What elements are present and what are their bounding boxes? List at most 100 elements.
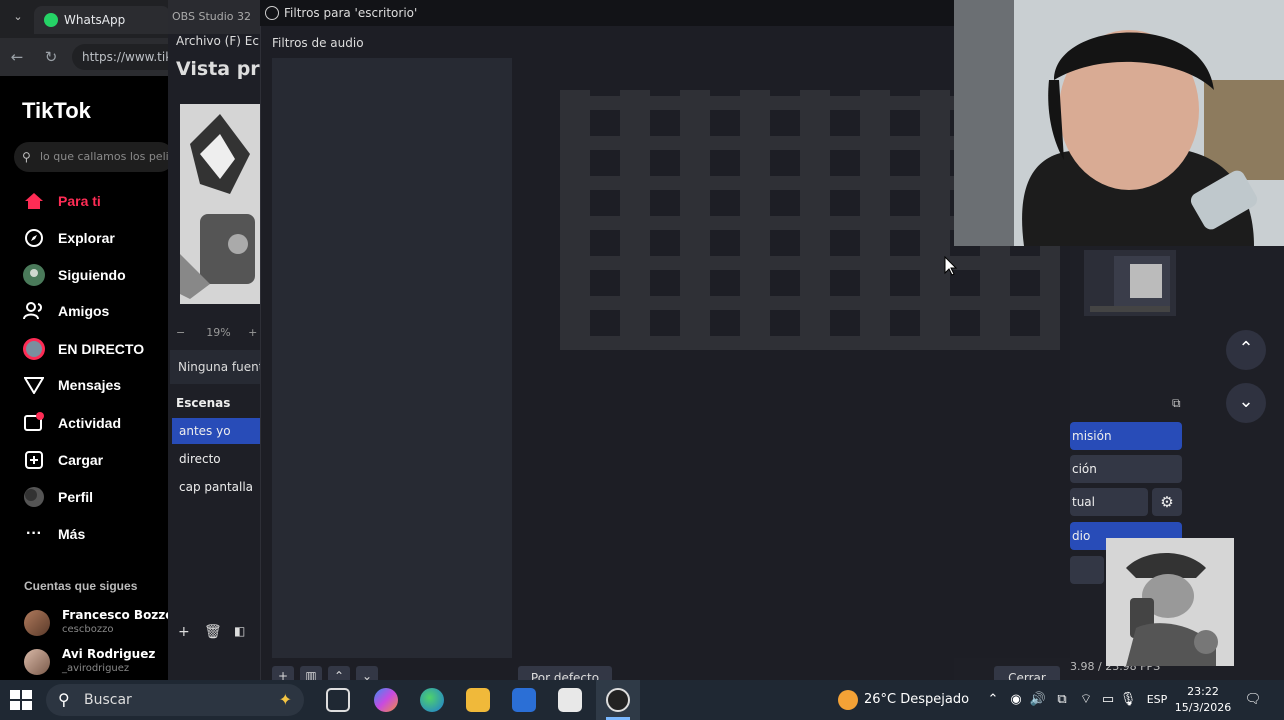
virtual-camera-button[interactable]: tual <box>1070 488 1148 516</box>
obs-source-selector[interactable]: Ninguna fuente <box>170 350 264 384</box>
compass-icon <box>22 226 46 250</box>
tiktok-logo[interactable]: TikTok <box>22 98 91 124</box>
filters-dialog-title-bar: Filtros para 'escritorio' <box>260 0 954 26</box>
taskbar-search-box[interactable]: ⚲ Buscar ✦ <box>46 684 304 716</box>
scroll-up-button[interactable]: ⌃ <box>1226 330 1266 370</box>
followed-account[interactable]: Francesco Bozzo cescbozzo <box>24 606 174 642</box>
nav-item-amigos[interactable]: Amigos <box>22 295 170 327</box>
tiktok-search-input[interactable]: ⚲ lo que callamos los pelis <box>14 142 174 172</box>
account-name: Francesco Bozzo <box>62 608 174 622</box>
webcam-overlay <box>954 0 1284 246</box>
nav-label: EN DIRECTO <box>58 341 145 357</box>
scroll-down-button[interactable]: ⌄ <box>1226 383 1266 423</box>
taskbar-search-label: Buscar <box>84 692 132 708</box>
zoom-in-icon[interactable]: + <box>248 326 257 339</box>
windows-start-icon[interactable] <box>10 690 32 710</box>
nav-item-siguiendo[interactable]: Siguiendo <box>22 259 170 291</box>
obs-mini-preview <box>1084 250 1176 316</box>
back-arrow-icon[interactable]: ← <box>6 46 28 68</box>
notifications-icon[interactable]: 🗨 <box>1242 680 1264 720</box>
zoom-level: 19% <box>206 326 231 339</box>
nav-item-actividad[interactable]: Actividad <box>22 407 170 439</box>
obs-menu-bar[interactable]: Archivo (F) Ec <box>168 34 264 54</box>
reload-icon[interactable]: ↻ <box>40 46 62 68</box>
live-icon <box>22 337 46 361</box>
nav-label: Explorar <box>58 230 115 246</box>
chevron-down-icon: ⌄ <box>1238 391 1254 412</box>
copilot-icon[interactable] <box>374 688 398 712</box>
microsoft-store-icon[interactable] <box>558 688 582 712</box>
scene-item[interactable]: antes yo <box>172 418 262 444</box>
trash-icon[interactable]: 🗑 <box>204 624 222 640</box>
nav-item-cargar[interactable]: Cargar <box>22 444 170 476</box>
following-section-title: Cuentas que sigues <box>24 579 138 593</box>
nav-label: Más <box>58 526 86 542</box>
obs-logo-icon <box>265 6 279 20</box>
obs-title-text: OBS Studio 32 <box>172 10 252 23</box>
file-explorer-icon[interactable] <box>466 688 490 712</box>
nav-item-perfil[interactable]: Perfil <box>22 481 170 513</box>
clock-date: 15/3/2026 <box>1174 701 1232 714</box>
nav-label: Perfil <box>58 489 94 505</box>
chevron-up-icon: ⌃ <box>1238 338 1254 359</box>
taskbar-clock[interactable]: 23:22 15/3/2026 <box>1168 684 1238 716</box>
scenes-header: Escenas <box>176 396 231 410</box>
record-icon[interactable]: ◉ <box>1006 680 1026 720</box>
nav-item-en-directo[interactable]: EN DIRECTO <box>22 333 170 365</box>
gear-icon[interactable]: ⚙ <box>1152 488 1182 516</box>
avatar <box>24 649 50 675</box>
windows-taskbar: ⚲ Buscar ✦ 26°C Despejado ⌃ ◉ 🔊 ⧉ ⌔ ▭ 🎙 … <box>0 680 1284 720</box>
battery-icon[interactable]: ▭ <box>1098 680 1118 720</box>
weather-widget[interactable]: 26°C Despejado <box>838 680 969 720</box>
url-text: https://www.tiktok.com <box>82 50 182 64</box>
mouse-cursor-icon <box>944 256 958 276</box>
browser-toolbar: ← ↻ https://www.tiktok.com <box>0 38 182 76</box>
microphone-icon[interactable]: 🎙 <box>1118 680 1138 720</box>
audio-filters-list[interactable] <box>272 58 512 658</box>
search-icon: ⚲ <box>58 690 70 709</box>
nav-item-mas[interactable]: ··· Más <box>22 518 170 550</box>
url-bar[interactable]: https://www.tiktok.com <box>72 44 182 70</box>
browser-tab-whatsapp[interactable]: WhatsApp <box>34 6 170 34</box>
nav-item-para-ti[interactable]: Para ti <box>22 185 170 217</box>
browser-tab-title: WhatsApp <box>64 13 126 27</box>
obs-zoom-bar[interactable]: − 19% + <box>176 326 264 344</box>
tab-search-chevron-icon[interactable]: ⌄ <box>8 10 28 28</box>
tray-overflow-icon[interactable]: ⌃ <box>984 680 1002 720</box>
scene-item[interactable]: directo <box>172 446 262 472</box>
friends-icon <box>22 299 46 323</box>
account-handle: _avirodriguez <box>62 663 130 674</box>
scene-item[interactable]: cap pantalla <box>172 474 262 500</box>
nav-item-explorar[interactable]: Explorar <box>22 222 170 254</box>
task-view-icon[interactable] <box>326 688 350 712</box>
settings-button[interactable] <box>1070 556 1104 584</box>
app-tray-icon[interactable]: ⧉ <box>1052 680 1072 720</box>
obs-taskbar-button[interactable] <box>596 680 640 720</box>
clock-time: 23:22 <box>1187 685 1219 698</box>
start-recording-button[interactable]: ción <box>1070 455 1182 483</box>
followed-account[interactable]: Avi Rodriguez _avirodriguez <box>24 645 170 681</box>
nav-label: Para ti <box>58 193 101 209</box>
add-scene-icon[interactable]: + <box>178 624 190 640</box>
filters-icon[interactable]: ◧ <box>234 624 245 638</box>
search-text: lo que callamos los pelis <box>40 150 174 163</box>
weather-text: 26°C Despejado <box>864 692 970 707</box>
nav-label: Amigos <box>58 303 110 319</box>
outlook-icon[interactable] <box>512 688 536 712</box>
volume-icon[interactable]: 🔊 <box>1028 680 1048 720</box>
network-icon[interactable]: ⌔ <box>1076 680 1096 720</box>
dialog-title: Filtros para 'escritorio' <box>284 6 418 20</box>
nav-label: Actividad <box>58 415 122 431</box>
obs-title-bar: OBS Studio 32 <box>168 0 264 34</box>
activity-icon <box>22 411 46 435</box>
dock-undock-icon[interactable]: ⧉ <box>1172 396 1181 411</box>
nav-item-mensajes[interactable]: Mensajes <box>22 369 170 401</box>
nav-label: Siguiendo <box>58 267 126 283</box>
start-streaming-button[interactable]: misión <box>1070 422 1182 450</box>
weather-sun-icon <box>838 689 858 710</box>
zoom-out-icon[interactable]: − <box>176 326 185 339</box>
edge-browser-icon[interactable] <box>420 688 444 712</box>
copilot-sparkle-icon: ✦ <box>278 690 292 709</box>
upload-icon <box>22 448 46 472</box>
obs-preview-title: Vista pre <box>176 58 264 80</box>
